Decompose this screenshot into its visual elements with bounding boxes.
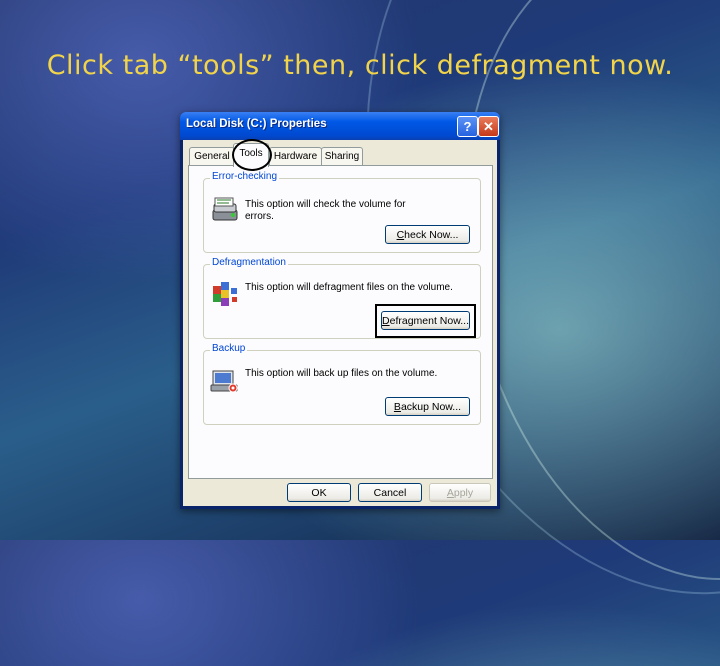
defrag-description: This option will defragment files on the… <box>245 282 453 293</box>
instruction-caption: Click tab “tools” then, click defragment… <box>46 50 674 81</box>
group-label: Error-checking <box>210 171 280 182</box>
dialog-title: Local Disk (C:) Properties <box>186 118 327 130</box>
defragmentation-group: Defragmentation This option will defragm… <box>203 257 481 339</box>
cancel-button[interactable]: Cancel <box>358 483 422 502</box>
button-label: pply <box>453 487 474 499</box>
error-checking-description: This option will check the volume for er… <box>245 199 406 223</box>
access-key: B <box>393 401 401 413</box>
description-line: This option will check the volume for <box>245 199 406 210</box>
close-button[interactable]: ✕ <box>478 116 499 137</box>
backup-now-button[interactable]: Backup Now... <box>385 397 470 416</box>
tools-tab-panel: Error-checking This option will check th… <box>188 165 493 479</box>
group-label: Defragmentation <box>210 257 288 268</box>
access-key: A <box>446 487 454 499</box>
button-label: heck Now... <box>404 229 459 241</box>
description-line: errors. <box>245 211 274 222</box>
dialog-body: General Tools Hardware Sharing Error-che… <box>183 139 497 506</box>
defrag-icon <box>213 282 237 306</box>
tab-hardware[interactable]: Hardware <box>269 147 322 166</box>
tab-sharing[interactable]: Sharing <box>321 147 363 166</box>
help-button[interactable]: ? <box>457 116 478 137</box>
error-checking-group: Error-checking This option will check th… <box>203 171 481 253</box>
backup-group: Backup This option will back up files on… <box>203 343 481 425</box>
ok-button[interactable]: OK <box>287 483 351 502</box>
button-label: ackup Now... <box>400 401 462 413</box>
defragment-button-highlight-box <box>375 304 476 338</box>
backup-description: This option will back up files on the vo… <box>245 368 438 379</box>
properties-dialog: Local Disk (C:) Properties ? ✕ General T… <box>180 112 500 509</box>
group-label: Backup <box>210 343 248 354</box>
backup-icon <box>210 370 238 393</box>
check-now-button[interactable]: Check Now... <box>385 225 470 244</box>
apply-button[interactable]: Apply <box>429 483 491 502</box>
checkdisk-icon <box>212 197 238 221</box>
tab-general[interactable]: General <box>189 147 235 166</box>
title-bar[interactable]: Local Disk (C:) Properties ? ✕ <box>180 112 500 140</box>
tools-tab-highlight-circle <box>232 139 272 171</box>
